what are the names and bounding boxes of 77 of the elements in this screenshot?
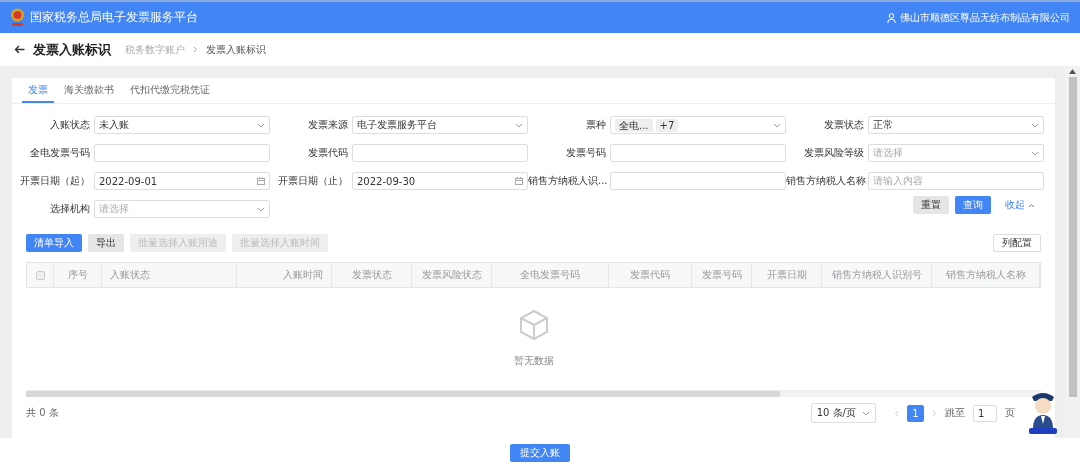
column-config-button[interactable]: 列配置 bbox=[993, 234, 1041, 252]
field-label: 发票风险等级 bbox=[803, 146, 864, 160]
chevron-right-icon[interactable] bbox=[932, 409, 937, 417]
field-label: 发票代码 bbox=[307, 146, 348, 160]
back-arrow-icon[interactable] bbox=[14, 45, 25, 54]
chevron-right-icon bbox=[193, 46, 198, 53]
input-field[interactable] bbox=[610, 144, 786, 162]
column-header: 发票状态 bbox=[332, 263, 412, 287]
select-field[interactable]: 正常 bbox=[868, 116, 1044, 134]
total-count: 共 0 条 bbox=[26, 406, 59, 420]
field-label: 销售方纳税人识... bbox=[528, 174, 606, 188]
company-name[interactable]: 佛山市顺德区尊品无纺布制品有限公司 bbox=[900, 10, 1070, 25]
selected-tag: 全电... bbox=[615, 118, 653, 132]
page-title: 发票入账标识 bbox=[33, 40, 111, 59]
column-header: 发票号码 bbox=[692, 263, 752, 287]
platform-title: 国家税务总局电子发票服务平台 bbox=[30, 9, 198, 26]
chevron-down-icon bbox=[862, 410, 870, 416]
page-size-select[interactable]: 10 条/页 bbox=[810, 403, 876, 423]
tab[interactable]: 发票 bbox=[22, 78, 54, 103]
chevron-down-icon bbox=[773, 122, 781, 128]
empty-box-icon bbox=[519, 310, 548, 340]
selected-tag: +7 bbox=[655, 118, 679, 132]
page-button[interactable]: 1 bbox=[907, 404, 924, 422]
column-header: 开票日期 bbox=[752, 263, 822, 287]
field-label: 开票日期（止） bbox=[277, 174, 348, 188]
tab[interactable]: 代扣代缴完税凭证 bbox=[124, 78, 216, 103]
multi-select-field[interactable]: 全电... +7 bbox=[610, 116, 786, 134]
date-field[interactable]: 2022-09-01 bbox=[94, 172, 270, 190]
query-button[interactable]: 查询 bbox=[955, 196, 991, 214]
select-field[interactable]: 未入账 bbox=[94, 116, 270, 134]
chevron-down-icon bbox=[257, 122, 265, 128]
column-header: 发票风险状态 bbox=[412, 263, 492, 287]
column-header: 入账时间 bbox=[237, 263, 332, 287]
field-label: 发票状态 bbox=[823, 118, 864, 132]
jump-label: 跳至 bbox=[945, 406, 965, 420]
field-label: 销售方纳税人名称 bbox=[786, 174, 864, 188]
field-label: 选择机构 bbox=[49, 202, 90, 216]
field-label: 全电发票号码 bbox=[29, 146, 90, 160]
user-icon bbox=[887, 12, 896, 23]
toolbar-button[interactable]: 导出 bbox=[88, 234, 124, 252]
field-label: 发票来源 bbox=[307, 118, 348, 132]
tab[interactable]: 海关缴款书 bbox=[58, 78, 120, 103]
column-header: 销售方纳税人识别号 bbox=[822, 263, 932, 287]
calendar-icon bbox=[257, 177, 265, 185]
column-header: 全电发票号码 bbox=[492, 263, 609, 287]
select-field[interactable]: 电子发票服务平台 bbox=[352, 116, 528, 134]
chevron-up-icon bbox=[1028, 202, 1035, 208]
submit-button[interactable]: 提交入账 bbox=[510, 444, 570, 462]
chevron-down-icon bbox=[515, 122, 523, 128]
jump-field[interactable]: 1 bbox=[973, 404, 997, 422]
column-header: 销售方纳税人名称 bbox=[932, 263, 1040, 287]
emblem-icon bbox=[10, 7, 25, 28]
breadcrumb-item: 发票入账标识 bbox=[206, 42, 266, 57]
column-header: 入账状态 bbox=[102, 263, 237, 287]
toolbar-button[interactable]: 清单导入 bbox=[26, 234, 82, 252]
field-label: 发票号码 bbox=[565, 146, 606, 160]
date-field[interactable]: 2022-09-30 bbox=[352, 172, 528, 190]
chevron-down-icon bbox=[1031, 122, 1039, 128]
vertical-scrollbar[interactable] bbox=[1068, 77, 1077, 397]
column-header: 发票代码 bbox=[609, 263, 692, 287]
input-field[interactable] bbox=[610, 172, 786, 190]
calendar-icon bbox=[515, 177, 523, 185]
column-header: 序号 bbox=[54, 263, 102, 287]
chevron-down-icon bbox=[257, 206, 265, 212]
page-unit: 页 bbox=[1005, 406, 1015, 420]
chevron-down-icon bbox=[1031, 150, 1039, 156]
field-label: 入账状态 bbox=[49, 118, 90, 132]
collapse-link[interactable]: 收起 bbox=[997, 198, 1043, 212]
field-label: 开票日期（起） bbox=[19, 174, 90, 188]
reset-button[interactable]: 重置 bbox=[913, 196, 949, 214]
empty-message: 暂无数据 bbox=[513, 354, 554, 368]
field-label: 票种 bbox=[585, 118, 606, 132]
horizontal-scrollbar[interactable] bbox=[26, 391, 780, 397]
input-field[interactable] bbox=[352, 144, 528, 162]
input-field[interactable] bbox=[94, 144, 270, 162]
chevron-left-icon[interactable] bbox=[894, 409, 899, 417]
scroll-up-icon[interactable] bbox=[1069, 69, 1076, 74]
